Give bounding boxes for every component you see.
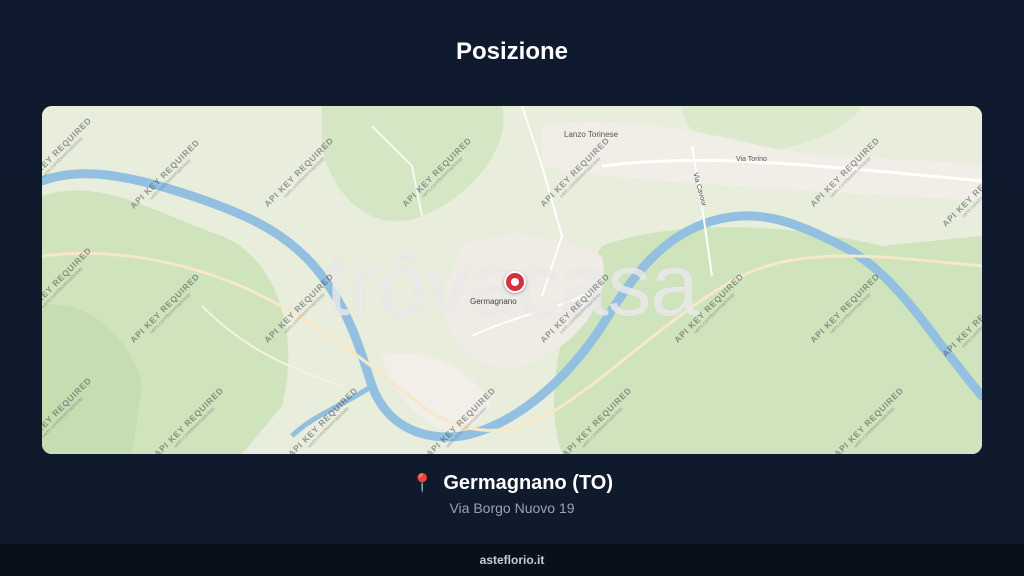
location-name: Germagnano (TO) bbox=[443, 472, 614, 494]
page-title: Posizione bbox=[455, 38, 569, 65]
road-label-via-torino: Via Torino bbox=[736, 156, 767, 163]
marker-label: Germagnano bbox=[470, 297, 517, 306]
place-label-lanzo: Lanzo Torinese bbox=[564, 130, 619, 139]
map[interactable]: trôvacasa Lanzo Torinese Via Torino Via … bbox=[42, 106, 982, 454]
location-name-row: 📍 Germagnano (TO) bbox=[0, 472, 1024, 495]
footer: asteflorio.it bbox=[0, 544, 1024, 576]
location-marker-icon[interactable] bbox=[504, 271, 526, 293]
round-pushpin-icon: 📍 bbox=[410, 473, 434, 493]
location-address: Via Borgo Nuovo 19 bbox=[449, 500, 575, 516]
footer-site[interactable]: asteflorio.it bbox=[480, 553, 545, 567]
